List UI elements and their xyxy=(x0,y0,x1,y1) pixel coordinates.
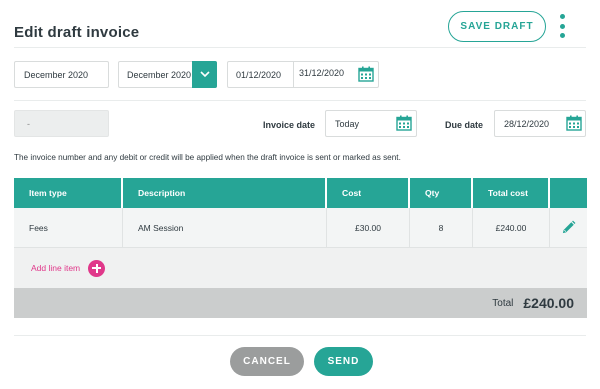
total-value: £240.00 xyxy=(523,295,574,311)
chevron-down-icon[interactable] xyxy=(192,61,217,88)
pencil-icon[interactable] xyxy=(550,208,587,247)
calendar-icon[interactable] xyxy=(396,115,412,131)
due-date-value: 28/12/2020 xyxy=(504,118,550,129)
period-input[interactable]: December 2020 xyxy=(14,61,109,88)
cell-total: £240.00 xyxy=(473,208,550,247)
table-row: Fees AM Session £30.00 8 £240.00 xyxy=(14,208,587,248)
add-line-row: Add line item xyxy=(14,248,587,288)
date-range-divider xyxy=(293,62,294,87)
header-item-type: Item type xyxy=(14,178,123,208)
page-title: Edit draft invoice xyxy=(14,24,140,41)
divider xyxy=(14,100,586,101)
calendar-icon[interactable] xyxy=(358,66,374,82)
invoice-note: The invoice number and any debit or cred… xyxy=(14,153,401,162)
cell-qty: 8 xyxy=(410,208,473,247)
total-row: Total £240.00 xyxy=(14,288,587,318)
invoice-table: Item type Description Cost Qty Total cos… xyxy=(14,178,587,318)
date-from-value: 01/12/2020 xyxy=(236,69,282,80)
cell-cost: £30.00 xyxy=(327,208,410,247)
invoice-number-value: - xyxy=(27,118,30,129)
date-to-value: 31/12/2020 xyxy=(299,68,345,78)
save-draft-button[interactable]: SAVE DRAFT xyxy=(448,11,546,42)
cancel-button[interactable]: CANCEL xyxy=(230,347,304,376)
period-input-value: December 2020 xyxy=(24,69,89,80)
invoice-date-value: Today xyxy=(335,118,360,129)
kebab-menu-icon[interactable] xyxy=(558,14,566,38)
invoice-number-field: - xyxy=(14,110,109,137)
add-line-item-link[interactable]: Add line item xyxy=(31,263,80,273)
divider xyxy=(14,335,586,336)
calendar-icon[interactable] xyxy=(566,115,582,131)
plus-circle-icon[interactable] xyxy=(88,259,106,277)
cell-description: AM Session xyxy=(123,208,327,247)
table-header: Item type Description Cost Qty Total cos… xyxy=(14,178,587,208)
send-button[interactable]: SEND xyxy=(314,347,373,376)
header-qty: Qty xyxy=(410,178,473,208)
cell-item-type: Fees xyxy=(14,208,123,247)
period-select-value: December 2020 xyxy=(127,69,192,80)
invoice-date-label: Invoice date xyxy=(263,120,316,130)
header-total-cost: Total cost xyxy=(473,178,550,208)
due-date-label: Due date xyxy=(445,120,484,130)
header-actions xyxy=(550,178,587,208)
header-description: Description xyxy=(123,178,327,208)
header-cost: Cost xyxy=(327,178,410,208)
divider xyxy=(14,47,586,48)
total-label: Total xyxy=(492,297,514,309)
